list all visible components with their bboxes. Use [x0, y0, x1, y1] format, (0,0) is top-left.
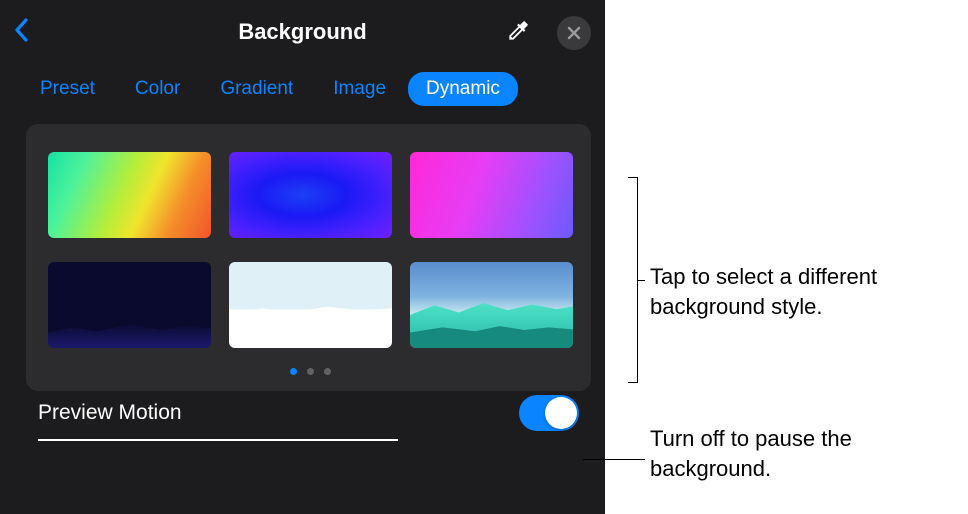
- eyedropper-icon: [505, 18, 531, 44]
- page-dot-3[interactable]: [324, 368, 331, 375]
- page-dot-2[interactable]: [307, 368, 314, 375]
- tab-dynamic[interactable]: Dynamic: [408, 72, 518, 106]
- dynamic-bg-rainbow[interactable]: [48, 152, 211, 238]
- callout-text-styles: Tap to select a different background sty…: [650, 262, 968, 321]
- close-button[interactable]: [557, 16, 591, 50]
- eyedropper-button[interactable]: [505, 18, 531, 44]
- dynamic-bg-blue[interactable]: [229, 152, 392, 238]
- tab-gradient[interactable]: Gradient: [202, 72, 311, 106]
- dynamic-bg-dark-hills[interactable]: [48, 262, 211, 348]
- panel-header: Background: [0, 0, 605, 64]
- dynamic-bg-teal-mountains[interactable]: [410, 262, 573, 348]
- pagination-dots: [48, 348, 573, 391]
- callout-line-styles: [638, 280, 645, 281]
- tab-image[interactable]: Image: [315, 72, 404, 106]
- divider: [38, 439, 398, 441]
- tab-preset[interactable]: Preset: [22, 72, 113, 106]
- dynamic-backgrounds-content: [26, 124, 591, 391]
- dynamic-bg-pink-purple[interactable]: [410, 152, 573, 238]
- background-type-tabs: Preset Color Gradient Image Dynamic: [0, 64, 605, 120]
- preview-motion-row: Preview Motion: [0, 391, 605, 431]
- toggle-knob: [545, 397, 577, 429]
- preview-motion-toggle[interactable]: [519, 395, 579, 431]
- chevron-left-icon: [14, 18, 28, 42]
- close-icon: [567, 26, 581, 40]
- panel-title: Background: [238, 19, 366, 45]
- page-dot-1[interactable]: [290, 368, 297, 375]
- callout-bracket-styles: [628, 177, 638, 383]
- annotation-callouts: Tap to select a different background sty…: [608, 0, 968, 514]
- background-panel: Background Preset Color Gradient Image D…: [0, 0, 605, 514]
- callout-text-toggle: Turn off to pause the background.: [650, 424, 968, 483]
- callout-line-toggle: [583, 459, 645, 460]
- tab-color[interactable]: Color: [117, 72, 198, 106]
- preview-motion-label: Preview Motion: [38, 401, 182, 425]
- background-grid: [48, 152, 573, 348]
- dynamic-bg-white-sky[interactable]: [229, 262, 392, 348]
- back-button[interactable]: [14, 18, 36, 46]
